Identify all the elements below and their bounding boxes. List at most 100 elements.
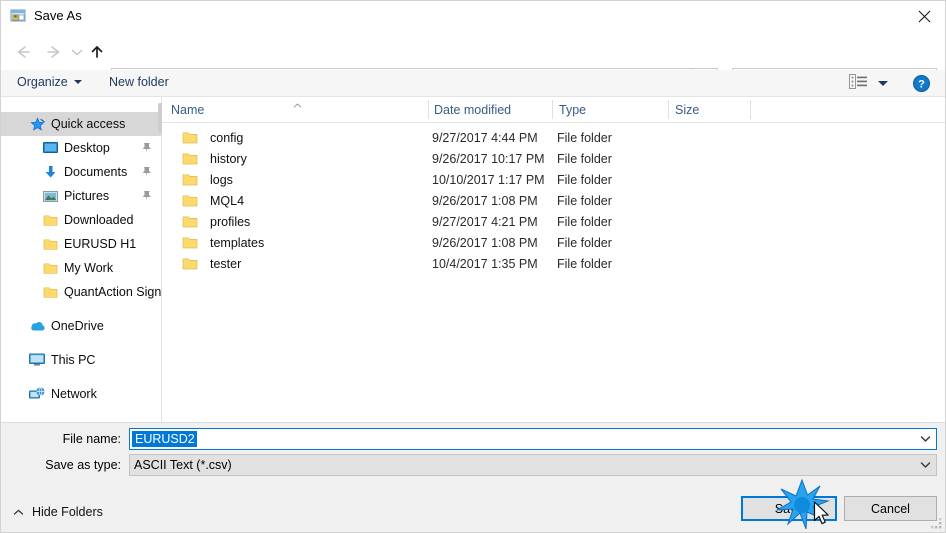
column-header-type[interactable]: Type	[559, 103, 586, 117]
chevron-down-icon[interactable]	[914, 435, 936, 443]
folder-icon	[182, 236, 198, 253]
view-options-button[interactable]	[849, 74, 888, 92]
hide-folders-button[interactable]: Hide Folders	[13, 505, 103, 519]
folder-icon	[182, 173, 198, 190]
sidebar-item-documents[interactable]: Documents	[1, 160, 161, 184]
sidebar-item-network[interactable]: Network	[1, 382, 161, 406]
cell-date-modified: 9/26/2017 1:08 PM	[432, 194, 538, 208]
save-as-type-select[interactable]: ASCII Text (*.csv)	[129, 454, 937, 476]
cell-date-modified: 10/4/2017 1:35 PM	[432, 257, 538, 271]
documents-icon	[41, 165, 59, 179]
sidebar-item-label: Downloaded	[64, 213, 134, 227]
organize-button[interactable]: Organize	[17, 75, 82, 89]
new-folder-button[interactable]: New folder	[109, 75, 169, 89]
folder-icon	[41, 286, 59, 299]
close-icon[interactable]	[901, 1, 945, 31]
sidebar-item-eurusd-h1[interactable]: EURUSD H1	[1, 232, 161, 256]
window-title: Save As	[34, 8, 82, 23]
sidebar-item-quick-access[interactable]: Quick access	[1, 112, 161, 136]
sidebar-item-label: My Work	[64, 261, 114, 275]
chevron-down-icon	[73, 80, 82, 84]
sidebar-item-my-work[interactable]: My Work	[1, 256, 161, 280]
cell-name: templates	[210, 236, 265, 250]
table-row[interactable]: history 9/26/2017 10:17 PM File folder	[162, 149, 945, 170]
column-divider[interactable]	[428, 100, 429, 119]
sidebar-item-this-pc[interactable]: This PC	[1, 348, 161, 372]
save-button[interactable]: Save	[741, 496, 837, 521]
content-area: Quick access Desktop Documents Pictures …	[1, 97, 945, 422]
sidebar-item-onedrive[interactable]: OneDrive	[1, 314, 161, 338]
table-row[interactable]: templates 9/26/2017 1:08 PM File folder	[162, 233, 945, 254]
column-divider[interactable]	[668, 100, 669, 119]
sort-ascending-icon	[293, 97, 302, 108]
sidebar-group-divider	[1, 338, 161, 348]
chevron-down-icon[interactable]	[68, 40, 86, 64]
chevron-down-icon[interactable]	[914, 461, 936, 469]
cell-date-modified: 9/27/2017 4:44 PM	[432, 131, 538, 145]
cell-date-modified: 9/26/2017 1:08 PM	[432, 236, 538, 250]
table-row[interactable]: profiles 9/27/2017 4:21 PM File folder	[162, 212, 945, 233]
sidebar-item-pictures[interactable]: Pictures	[1, 184, 161, 208]
column-header-row: Name Date modified Type Size	[162, 97, 945, 123]
navigation-bar: « Roaming › MetaQuotes › Terminal › 9155…	[1, 32, 945, 93]
pin-icon[interactable]	[141, 166, 152, 180]
toolbar: Organize New folder ?	[1, 70, 945, 97]
column-header-size[interactable]: Size	[675, 103, 699, 117]
forward-icon[interactable]	[42, 40, 66, 64]
back-icon[interactable]	[11, 40, 35, 64]
cell-name: profiles	[210, 215, 251, 229]
folder-icon	[182, 194, 198, 211]
table-row[interactable]: logs 10/10/2017 1:17 PM File folder	[162, 170, 945, 191]
cell-type: File folder	[557, 215, 612, 229]
help-button[interactable]: ?	[913, 75, 930, 92]
table-row[interactable]: config 9/27/2017 4:44 PM File folder	[162, 128, 945, 149]
cancel-button[interactable]: Cancel	[844, 496, 937, 521]
onedrive-icon	[28, 320, 46, 332]
cell-name: MQL4	[210, 194, 245, 208]
table-row[interactable]: tester 10/4/2017 1:35 PM File folder	[162, 254, 945, 275]
sidebar-item-label: Desktop	[64, 141, 110, 155]
sidebar-item-label: Network	[51, 387, 97, 401]
pictures-icon	[41, 190, 59, 203]
navigation-pane: Quick access Desktop Documents Pictures …	[1, 97, 161, 422]
column-divider[interactable]	[750, 100, 751, 119]
save-as-type-value: ASCII Text (*.csv)	[134, 458, 232, 472]
svg-text:?: ?	[918, 79, 925, 91]
table-row[interactable]: MQL4 9/26/2017 1:08 PM File folder	[162, 191, 945, 212]
folder-icon	[182, 257, 198, 274]
cell-date-modified: 9/26/2017 10:17 PM	[432, 152, 545, 166]
up-icon[interactable]	[85, 40, 109, 64]
pin-icon[interactable]	[141, 190, 152, 204]
sidebar-item-downloaded[interactable]: Downloaded	[1, 208, 161, 232]
file-name-input[interactable]: EURUSD2	[129, 428, 937, 450]
cell-type: File folder	[557, 173, 612, 187]
sidebar-item-quantaction-signal[interactable]: QuantAction Signal	[1, 280, 161, 304]
cell-name: logs	[210, 173, 233, 187]
folder-icon	[41, 214, 59, 227]
sidebar-item-desktop[interactable]: Desktop	[1, 136, 161, 160]
desktop-icon	[41, 141, 59, 155]
column-header-date-modified[interactable]: Date modified	[434, 103, 511, 117]
sidebar-group-divider	[1, 372, 161, 382]
chevron-down-icon	[878, 80, 888, 86]
file-name-label: File name:	[62, 432, 121, 446]
network-icon	[28, 387, 46, 401]
new-folder-label: New folder	[109, 75, 169, 89]
folder-icon	[182, 131, 198, 148]
column-divider[interactable]	[552, 100, 553, 119]
pin-icon[interactable]	[141, 142, 152, 156]
cell-type: File folder	[557, 131, 612, 145]
sidebar-item-label: OneDrive	[51, 319, 104, 333]
save-as-window-icon	[10, 8, 27, 25]
resize-grip[interactable]	[931, 518, 943, 530]
cell-date-modified: 10/10/2017 1:17 PM	[432, 173, 545, 187]
list-view-icon	[849, 74, 868, 92]
sidebar-item-label: EURUSD H1	[64, 237, 137, 251]
save-form: File name: EURUSD2 Save as type: ASCII T…	[1, 422, 945, 532]
column-header-name[interactable]: Name	[171, 103, 204, 117]
sidebar-group-divider	[1, 304, 161, 314]
cancel-label: Cancel	[871, 501, 910, 516]
star-icon	[28, 116, 46, 132]
sidebar-item-label: QuantAction Signal	[64, 285, 161, 299]
title-bar: Save As	[1, 1, 945, 32]
